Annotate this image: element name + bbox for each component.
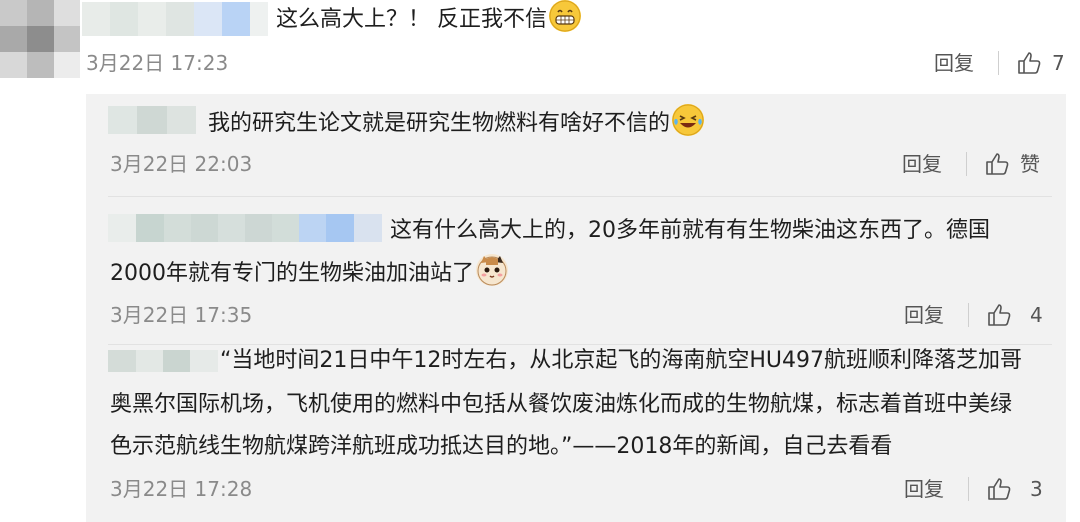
reply-text-line3: 色示范航线生物航煤跨洋航班成功抵达目的地。”——2018年的新闻，自己去看看 (110, 434, 893, 459)
username-blurred[interactable] (108, 350, 218, 372)
comment-text-body: 这么高大上？！ 反正我不信 (276, 7, 547, 32)
like-count: 3 (1030, 477, 1043, 501)
divider (966, 152, 967, 176)
reply-button[interactable]: 回复 (904, 301, 944, 329)
reply-date: 3月22日 17:35 (110, 303, 253, 327)
reply-date: 3月22日 17:28 (110, 477, 253, 501)
like-button[interactable]: 3 (986, 475, 1046, 503)
username-blurred[interactable] (108, 106, 196, 134)
thumbs-up-icon (986, 153, 1009, 175)
like-count: 7 (1052, 51, 1065, 75)
thumbs-up-icon (1018, 52, 1041, 74)
cat-emoji (476, 254, 508, 286)
like-count: 4 (1030, 303, 1043, 327)
reply-text-line2: 2000年就有专门的生物柴油加油站了 (110, 254, 508, 293)
reply-date: 3月22日 22:03 (110, 152, 253, 176)
reply-button[interactable]: 回复 (934, 49, 974, 77)
reply-divider (108, 196, 1052, 197)
comment-text: 这么高大上？！ 反正我不信 (276, 0, 581, 39)
grin-emoji (549, 0, 581, 32)
username-blurred[interactable] (108, 214, 382, 242)
reply-button[interactable]: 回复 (904, 475, 944, 503)
like-label: 赞 (1020, 152, 1040, 176)
reply-text-body: 我的研究生论文就是研究生物燃料有啥好不信的 (208, 111, 671, 136)
like-button[interactable]: 7 (1016, 49, 1076, 77)
reply-text-line2: 奥黑尔国际机场，飞机使用的燃料中包括从餐饮废油炼化而成的生物航煤，标志着首班中美… (110, 392, 1013, 417)
laugh-cry-emoji (672, 104, 705, 136)
divider (998, 51, 999, 75)
reply-text-line1: “当地时间21日中午12时左右，从北京起飞的海南航空HU497航班顺利降落芝加哥 (220, 348, 1023, 373)
thumbs-up-icon (988, 478, 1011, 500)
reply-text: 我的研究生论文就是研究生物燃料有啥好不信的 (208, 104, 705, 143)
reply-button[interactable]: 回复 (902, 150, 942, 178)
like-button[interactable]: 4 (986, 301, 1046, 329)
divider (968, 477, 969, 501)
divider (968, 303, 969, 327)
thumbs-up-icon (988, 304, 1011, 326)
reply-text-line1: 这有什么高大上的，20多年前就有有生物柴油这东西了。德国 (390, 218, 990, 243)
username-blurred[interactable] (82, 2, 268, 36)
like-button[interactable]: 赞 (984, 150, 1054, 178)
reply-text-body: 2000年就有专门的生物柴油加油站了 (110, 261, 474, 286)
comment-date: 3月22日 17:23 (86, 51, 229, 75)
avatar (0, 0, 80, 78)
